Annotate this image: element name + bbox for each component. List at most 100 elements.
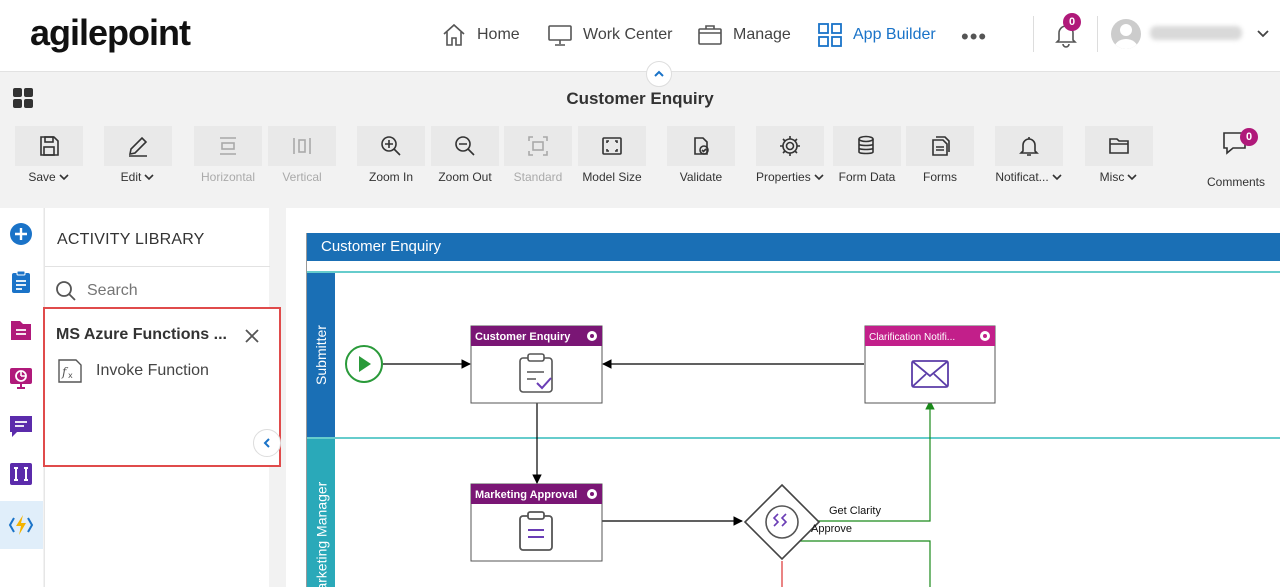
process-canvas[interactable]: Customer Enquiry Submitter Marketing Man…: [286, 208, 1280, 587]
save-label: Save: [28, 170, 56, 184]
form-data-button[interactable]: Form Data: [833, 126, 901, 188]
close-icon[interactable]: [244, 328, 260, 344]
gear-icon[interactable]: [980, 331, 990, 341]
home-icon: [443, 23, 465, 46]
grid-icon: [818, 23, 842, 47]
start-event[interactable]: [345, 345, 383, 383]
vertical-layout-button: Vertical: [268, 126, 336, 188]
collapse-library-button[interactable]: [253, 429, 281, 457]
horizontal-icon: [220, 137, 236, 155]
chevron-up-icon: [654, 70, 664, 77]
nav-divider: [1033, 16, 1034, 52]
misc-button[interactable]: Misc: [1085, 126, 1153, 188]
task-marketing-approval[interactable]: Marketing Approval: [470, 483, 603, 562]
nav-app-builder-label: App Builder: [853, 26, 936, 43]
invoke-function-item[interactable]: fx Invoke Function: [56, 357, 209, 385]
forms-icon: [932, 136, 950, 156]
model-size-button[interactable]: Model Size: [578, 126, 646, 188]
decision-gateway[interactable]: [743, 483, 821, 561]
notifications-label: Notificat...: [995, 170, 1049, 184]
horizontal-label: Horizontal: [200, 170, 256, 184]
vertical-icon: [293, 138, 311, 154]
task-customer-enquiry[interactable]: Customer Enquiry: [470, 325, 603, 404]
edit-button[interactable]: Edit: [104, 126, 172, 188]
user-name-blurred[interactable]: [1150, 26, 1242, 40]
task-title: Clarification Notifi...: [869, 332, 955, 343]
comments-label: Comments: [1206, 175, 1265, 189]
nav-home-label: Home: [477, 26, 520, 43]
task-clarification-notification[interactable]: Clarification Notifi...: [864, 325, 996, 404]
forms-label: Forms: [923, 170, 957, 184]
function-icon: fx: [58, 359, 82, 383]
gear-icon[interactable]: [587, 331, 597, 341]
fit-screen-icon: [602, 137, 622, 155]
form-folder-icon[interactable]: [8, 317, 34, 343]
validate-button[interactable]: Validate: [667, 126, 735, 188]
nav-work-center-label: Work Center: [583, 26, 673, 43]
left-icon-rail: [0, 208, 43, 587]
columns-icon[interactable]: [8, 461, 34, 487]
zoom-in-button[interactable]: Zoom In: [357, 126, 425, 188]
task-title: Customer Enquiry: [475, 331, 571, 343]
save-button[interactable]: Save: [15, 126, 83, 188]
vertical-label: Vertical: [282, 170, 322, 184]
standard-icon: [528, 136, 548, 156]
zoom-in-label: Zoom In: [368, 170, 413, 184]
top-navigation-bar: agilepoint Home Work Center Manage App B…: [0, 0, 1280, 72]
nav-app-builder[interactable]: App Builder: [817, 21, 936, 49]
notification-count-badge: 0: [1063, 13, 1081, 31]
nav-manage[interactable]: Manage: [697, 21, 791, 49]
flow-label-approve: Approve: [811, 523, 852, 535]
chevron-down-icon: [1127, 174, 1137, 181]
agilepoint-logo[interactable]: agilepoint: [30, 12, 191, 54]
model-size-label: Model Size: [582, 170, 642, 184]
chevron-down-icon: [144, 174, 154, 181]
activity-library-title: ACTIVITY LIBRARY: [57, 231, 205, 248]
save-icon: [40, 136, 59, 156]
task-title: Marketing Approval: [475, 489, 577, 501]
chevron-down-icon: [814, 174, 824, 181]
search-icon: [56, 281, 76, 301]
horizontal-layout-button: Horizontal: [194, 126, 262, 188]
process-title-bar: Customer Enquiry: [0, 82, 1280, 114]
validate-label: Validate: [679, 170, 723, 184]
more-menu-icon[interactable]: •••: [961, 24, 987, 50]
zoom-out-label: Zoom Out: [438, 170, 492, 184]
dashboard-icon[interactable]: [8, 365, 34, 391]
svg-text:x: x: [68, 371, 73, 380]
nav-manage-label: Manage: [733, 26, 791, 43]
gear-icon[interactable]: [587, 489, 597, 499]
briefcase-icon: [698, 25, 722, 45]
validate-icon: [694, 137, 709, 155]
zoom-out-button[interactable]: Zoom Out: [431, 126, 499, 188]
user-avatar[interactable]: [1111, 19, 1141, 49]
chevron-down-icon: [1052, 174, 1062, 181]
folder-icon: [1109, 138, 1129, 154]
search-input[interactable]: [87, 282, 257, 300]
properties-button[interactable]: Properties: [756, 126, 825, 188]
bell-icon: [1019, 137, 1039, 156]
flow-get-clarity: [818, 400, 935, 522]
form-data-label: Form Data: [838, 170, 896, 184]
pencil-icon: [128, 136, 148, 157]
designer-toolbar: Save Edit Horizontal Vertical Zoom In Zo…: [0, 120, 1280, 192]
invoke-function-label: Invoke Function: [96, 362, 209, 379]
message-icon[interactable]: [8, 413, 34, 439]
process-diagram: Customer Enquiry Clarification Notifi...…: [345, 325, 996, 587]
library-divider: [45, 266, 270, 267]
nav-home[interactable]: Home: [441, 21, 520, 49]
standard-size-button: Standard: [504, 126, 572, 188]
nav-work-center[interactable]: Work Center: [547, 21, 673, 49]
forms-button[interactable]: Forms: [906, 126, 974, 188]
user-silhouette-icon: [1114, 24, 1138, 49]
add-icon[interactable]: [8, 221, 34, 247]
chevron-down-icon[interactable]: [1256, 26, 1270, 40]
chevron-down-icon: [59, 174, 69, 181]
notifications-button[interactable]: Notificat...: [995, 126, 1063, 188]
comments-button[interactable]: 0 Comments: [1204, 128, 1268, 189]
clipboard-icon[interactable]: [8, 269, 34, 295]
database-icon: [858, 135, 874, 155]
ms-azure-functions-group: MS Azure Functions ... fx Invoke Functio…: [43, 307, 281, 467]
page-title: Customer Enquiry: [566, 89, 714, 108]
azure-functions-icon[interactable]: [8, 512, 34, 538]
